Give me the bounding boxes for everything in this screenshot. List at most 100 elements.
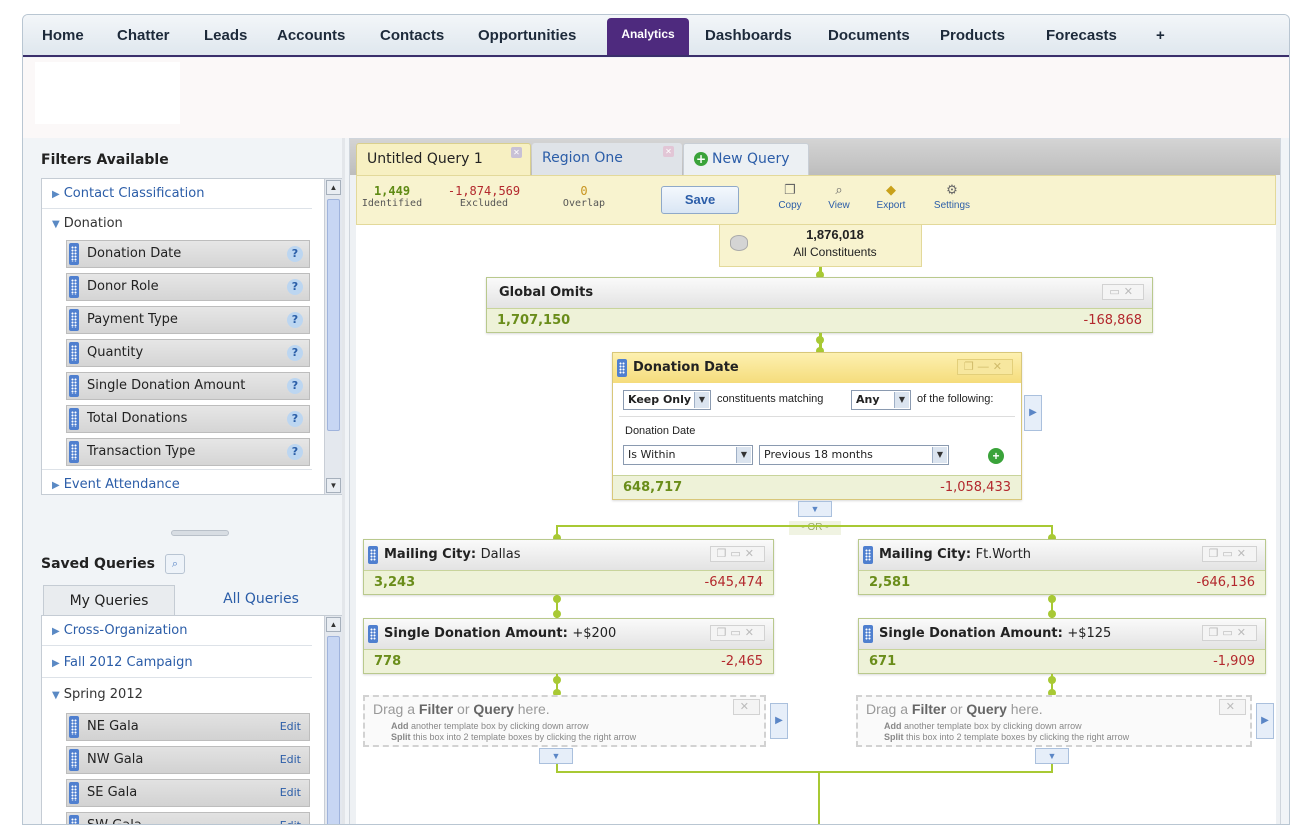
window-controls-icon[interactable]: ❐▭✕	[1201, 546, 1257, 562]
nav-dashboards[interactable]: Dashboards	[705, 27, 792, 44]
scroll-thumb[interactable]	[327, 636, 340, 824]
single-donation-200-node[interactable]: Single Donation Amount: +$200 ❐▭✕ 778 -2,…	[363, 618, 774, 674]
filter-item-payment-type[interactable]: Payment Type?	[66, 306, 310, 334]
nav-leads[interactable]: Leads	[204, 27, 247, 44]
tab-new-query[interactable]: + New Query	[683, 143, 809, 175]
tab-all-queries[interactable]: All Queries	[191, 585, 331, 613]
save-button[interactable]: Save	[661, 186, 739, 214]
drag-handle-icon[interactable]	[69, 276, 79, 298]
window-controls-icon[interactable]: ❐▭✕	[1201, 625, 1257, 641]
help-icon[interactable]: ?	[287, 345, 303, 361]
split-right-arrow-icon[interactable]: ▶	[1256, 703, 1274, 739]
saved-item-ne-gala[interactable]: NE Gala Edit	[66, 713, 310, 741]
nav-analytics[interactable]: Analytics	[607, 18, 689, 55]
tab-region-one[interactable]: Region One ✕	[532, 143, 682, 175]
close-icon[interactable]: ✕	[511, 147, 522, 158]
close-icon[interactable]: ✕	[663, 146, 674, 157]
add-criteria-icon[interactable]: +	[988, 448, 1004, 464]
saved-item-se-gala[interactable]: SE Gala Edit	[66, 779, 310, 807]
filter-group-donation[interactable]: ▼ Donation	[42, 211, 312, 237]
help-icon[interactable]: ?	[287, 312, 303, 328]
drag-handle-icon[interactable]	[69, 441, 79, 463]
add-down-arrow-icon[interactable]: ▼	[1035, 748, 1069, 764]
nav-chatter[interactable]: Chatter	[117, 27, 170, 44]
filter-group-event-attendance[interactable]: ▶ Event Attendance	[42, 469, 312, 494]
filter-item-transaction-type[interactable]: Transaction Type?	[66, 438, 310, 466]
panel-splitter[interactable]	[171, 530, 229, 536]
filter-item-quantity[interactable]: Quantity?	[66, 339, 310, 367]
add-down-arrow-icon[interactable]: ▼	[798, 501, 832, 517]
filter-item-donation-date[interactable]: Donation Date?	[66, 240, 310, 268]
nav-documents[interactable]: Documents	[828, 27, 910, 44]
mailing-city-ftworth-node[interactable]: Mailing City: Ft.Worth ❐▭✕ 2,581 -646,136	[858, 539, 1266, 595]
help-icon[interactable]: ?	[287, 411, 303, 427]
drag-handle-icon[interactable]	[69, 782, 79, 804]
drag-handle-icon[interactable]	[69, 749, 79, 771]
export-button[interactable]: ◆ Export	[871, 182, 911, 211]
window-controls-icon[interactable]: ❐—✕	[956, 359, 1013, 375]
help-icon[interactable]: ?	[287, 246, 303, 262]
saved-group-fall-2012[interactable]: ▶ Fall 2012 Campaign	[42, 648, 312, 678]
edit-link[interactable]: Edit	[280, 747, 301, 773]
saved-group-cross-organization[interactable]: ▶ Cross-Organization	[42, 616, 312, 646]
drag-handle-icon[interactable]	[69, 375, 79, 397]
scroll-down-icon[interactable]: ▼	[326, 478, 341, 493]
tab-my-queries[interactable]: My Queries	[43, 585, 175, 615]
filter-item-total-donations[interactable]: Total Donations?	[66, 405, 310, 433]
value-select[interactable]: Previous 18 months ▼	[759, 445, 949, 465]
keep-only-select[interactable]: Keep Only ▼	[623, 390, 711, 410]
split-right-arrow-icon[interactable]: ▶	[1024, 395, 1042, 431]
all-constituents-node[interactable]: 1,876,018 All Constituents	[719, 225, 922, 267]
drag-handle-icon[interactable]	[69, 342, 79, 364]
scroll-thumb[interactable]	[327, 199, 340, 431]
drag-handle-icon[interactable]	[69, 716, 79, 738]
single-donation-125-node[interactable]: Single Donation Amount: +$125 ❐▭✕ 671 -1,…	[858, 618, 1266, 674]
close-icon[interactable]: ✕	[1218, 699, 1246, 715]
drag-handle-icon[interactable]	[69, 309, 79, 331]
drag-handle-icon[interactable]	[368, 546, 378, 564]
help-icon[interactable]: ?	[287, 378, 303, 394]
help-icon[interactable]: ?	[287, 279, 303, 295]
vertical-splitter[interactable]	[342, 138, 345, 824]
drag-handle-icon[interactable]	[69, 815, 79, 824]
saved-scrollbar[interactable]: ▲	[324, 616, 342, 824]
settings-button[interactable]: ⚙ Settings	[927, 182, 977, 211]
drop-zone-right[interactable]: Drag a Filter or Query here. Add another…	[856, 695, 1252, 747]
global-omits-node[interactable]: Global Omits ▭✕ 1,707,150 -168,868	[486, 277, 1153, 333]
donation-date-node[interactable]: Donation Date ❐—✕ Keep Only ▼ constituent…	[612, 352, 1022, 500]
filter-item-donor-role[interactable]: Donor Role?	[66, 273, 310, 301]
tab-untitled-query-1[interactable]: Untitled Query 1 ✕	[356, 143, 531, 175]
view-button[interactable]: ⌕ View	[819, 182, 859, 211]
drop-zone-left[interactable]: Drag a Filter or Query here. Add another…	[363, 695, 766, 747]
nav-forecasts[interactable]: Forecasts	[1046, 27, 1117, 44]
nav-home[interactable]: Home	[42, 27, 84, 44]
window-controls-icon[interactable]: ▭✕	[1102, 284, 1144, 300]
drag-handle-icon[interactable]	[617, 359, 627, 377]
drag-handle-icon[interactable]	[69, 243, 79, 265]
edit-link[interactable]: Edit	[280, 813, 301, 824]
saved-group-spring-2012[interactable]: ▼ Spring 2012	[42, 680, 312, 710]
search-icon[interactable]: ⌕	[165, 554, 185, 574]
add-down-arrow-icon[interactable]: ▼	[539, 748, 573, 764]
edit-link[interactable]: Edit	[280, 780, 301, 806]
scroll-up-icon[interactable]: ▲	[326, 617, 341, 632]
close-icon[interactable]: ✕	[732, 699, 760, 715]
help-icon[interactable]: ?	[287, 444, 303, 460]
drag-handle-icon[interactable]	[69, 408, 79, 430]
filter-group-contact-classification[interactable]: ▶ Contact Classification	[42, 179, 312, 209]
copy-button[interactable]: ❐ Copy	[770, 182, 810, 211]
nav-opportunities[interactable]: Opportunities	[478, 27, 576, 44]
mailing-city-dallas-node[interactable]: Mailing City: Dallas ❐▭✕ 3,243 -645,474	[363, 539, 774, 595]
nav-add-tab-icon[interactable]: +	[1156, 27, 1165, 44]
drag-handle-icon[interactable]	[863, 546, 873, 564]
drag-handle-icon[interactable]	[368, 625, 378, 643]
operator-select[interactable]: Is Within ▼	[623, 445, 753, 465]
scroll-up-icon[interactable]: ▲	[326, 180, 341, 195]
filter-item-single-donation-amount[interactable]: Single Donation Amount?	[66, 372, 310, 400]
edit-link[interactable]: Edit	[280, 714, 301, 740]
any-select[interactable]: Any ▼	[851, 390, 911, 410]
split-right-arrow-icon[interactable]: ▶	[770, 703, 788, 739]
drag-handle-icon[interactable]	[863, 625, 873, 643]
nav-accounts[interactable]: Accounts	[277, 27, 345, 44]
window-controls-icon[interactable]: ❐▭✕	[709, 625, 765, 641]
